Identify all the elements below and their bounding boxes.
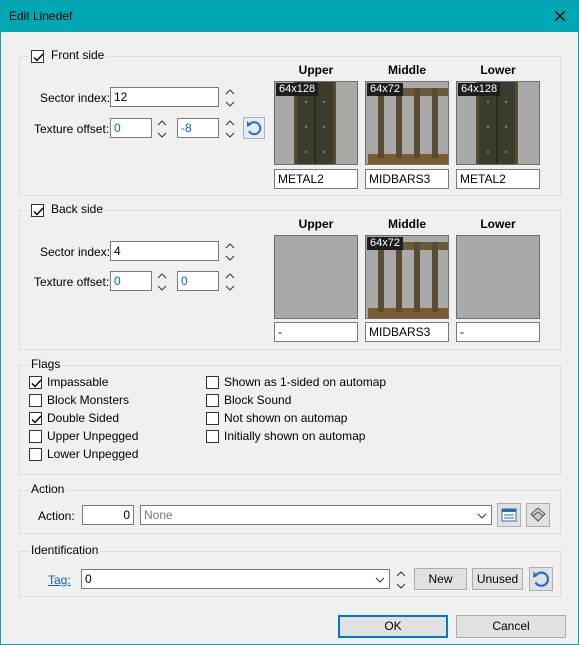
reset-offset-button[interactable] [243, 117, 265, 139]
tag-link[interactable]: Tag: [48, 573, 71, 587]
front-middle-texture-name[interactable]: MIDBARS3 [365, 169, 449, 189]
flag-label: Initially shown on automap [224, 429, 366, 443]
front-upper-size: 64x128 [276, 83, 319, 96]
undo-icon [533, 571, 549, 587]
back-offset-x-input[interactable]: 0 [110, 271, 152, 291]
flag-checkbox[interactable] [29, 430, 42, 443]
flag-checkbox[interactable] [29, 376, 42, 389]
back-side-label: Back side [51, 202, 104, 216]
flag-label: Block Monsters [47, 393, 130, 407]
back-middle-size: 64x72 [367, 237, 403, 250]
flag-checkbox[interactable] [29, 448, 42, 461]
flag-checkbox[interactable] [29, 412, 42, 425]
front-header-middle: Middle [388, 63, 426, 77]
front-upper-texture-name[interactable]: METAL2 [274, 169, 358, 189]
back-middle-texture[interactable]: 64x72 [365, 235, 449, 319]
action-combo[interactable]: None [140, 505, 492, 525]
cancel-button[interactable]: Cancel [456, 615, 566, 638]
tag-combo[interactable]: 0 [81, 569, 390, 589]
reset-tag-button[interactable] [529, 567, 553, 591]
ok-button[interactable]: OK [338, 615, 448, 638]
flag-label: Upper Unpegged [47, 429, 139, 443]
front-sector-input[interactable]: 12 [110, 87, 219, 107]
back-lower-texture-name[interactable]: - [456, 322, 540, 342]
flags-legend: Flags [29, 357, 63, 371]
front-lower-texture[interactable]: 64x128 [456, 81, 540, 165]
front-lower-texture-name[interactable]: METAL2 [456, 169, 540, 189]
back-offset-x-spinner[interactable] [157, 271, 167, 293]
back-header-middle: Middle [388, 217, 426, 231]
back-upper-texture-name[interactable]: - [274, 322, 358, 342]
flag-label: Double Sided [47, 411, 120, 425]
back-side-checkbox[interactable] [31, 204, 44, 217]
back-sector-spinner[interactable] [225, 241, 235, 263]
back-header-upper: Upper [298, 217, 334, 231]
flag-label: Shown as 1-sided on automap [224, 375, 387, 389]
front-offset-y-spinner[interactable] [225, 118, 235, 140]
action-label: Action: [38, 509, 75, 523]
front-header-lower: Lower [480, 63, 516, 77]
title-bar: Edit Linedef [1, 1, 578, 32]
action-number-input[interactable]: 0 [82, 505, 134, 525]
back-offset-label: Texture offset: [34, 275, 110, 289]
window-title: Edit Linedef [9, 9, 73, 23]
action-tag-button[interactable] [526, 503, 550, 527]
front-sector-label: Sector index: [40, 91, 111, 105]
close-icon[interactable] [550, 6, 570, 26]
tag-combo-value: 0 [85, 572, 92, 586]
back-upper-texture[interactable] [274, 235, 358, 319]
back-middle-texture-name[interactable]: MIDBARS3 [365, 322, 449, 342]
front-middle-size: 64x72 [367, 83, 403, 96]
front-lower-size: 64x128 [458, 83, 501, 96]
front-side-checkbox[interactable] [31, 50, 44, 63]
action-combo-value: None [144, 508, 173, 522]
back-sector-label: Sector index: [40, 245, 111, 259]
front-middle-texture[interactable]: 64x72 [365, 81, 449, 165]
chevron-down-icon [375, 577, 385, 583]
flag-checkbox[interactable] [206, 394, 219, 407]
unused-tag-button[interactable]: Unused [472, 568, 523, 590]
new-tag-button[interactable]: New [414, 568, 467, 590]
chevron-down-icon [477, 513, 487, 519]
front-header-upper: Upper [298, 63, 334, 77]
back-lower-texture[interactable] [456, 235, 540, 319]
undo-icon [247, 121, 262, 136]
back-header-lower: Lower [480, 217, 516, 231]
back-sector-input[interactable]: 4 [110, 241, 219, 261]
back-offset-y-input[interactable]: 0 [177, 271, 219, 291]
action-legend: Action [29, 482, 67, 496]
flag-label: Impassable [47, 375, 109, 389]
flag-checkbox[interactable] [29, 394, 42, 407]
front-upper-texture[interactable]: 64x128 [274, 81, 358, 165]
front-offset-x-spinner[interactable] [157, 118, 167, 140]
list-icon [501, 508, 517, 522]
action-browser-button[interactable] [497, 503, 521, 527]
flag-checkbox[interactable] [206, 430, 219, 443]
edit-linedef-window: Edit Linedef Front side Sector index: 12… [0, 0, 579, 645]
flag-label: Lower Unpegged [47, 447, 139, 461]
front-offset-y-input[interactable]: -8 [177, 118, 219, 138]
flag-label: Block Sound [224, 393, 292, 407]
tag-spinner[interactable] [396, 569, 406, 591]
identification-legend: Identification [29, 543, 101, 557]
front-offset-label: Texture offset: [34, 122, 110, 136]
tag-icon [530, 507, 546, 522]
front-offset-x-input[interactable]: 0 [110, 118, 152, 138]
flag-checkbox[interactable] [206, 412, 219, 425]
flag-checkbox[interactable] [206, 376, 219, 389]
back-offset-y-spinner[interactable] [225, 271, 235, 293]
front-sector-spinner[interactable] [225, 87, 235, 109]
flag-label: Not shown on automap [224, 411, 348, 425]
front-side-label: Front side [51, 48, 105, 62]
